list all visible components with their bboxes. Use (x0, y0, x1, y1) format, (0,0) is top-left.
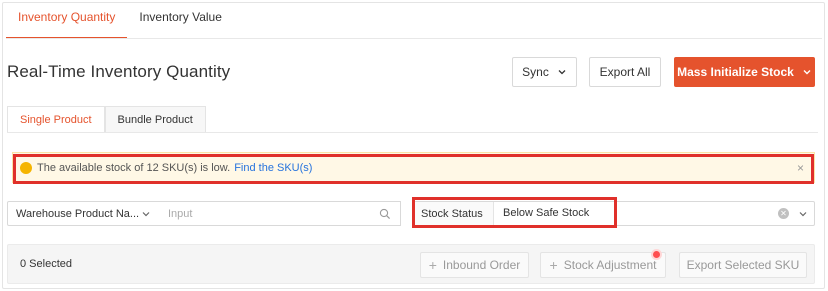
plus-icon: + (549, 257, 558, 273)
low-stock-alert: The available stock of 12 SKU(s) is low.… (12, 152, 815, 183)
tab-single-product[interactable]: Single Product (7, 106, 105, 133)
chevron-down-icon (799, 212, 807, 217)
plus-icon: + (428, 257, 437, 273)
warning-icon (20, 161, 32, 174)
export-all-button[interactable]: Export All (589, 57, 661, 87)
stock-status-value: Below Safe Stock (503, 207, 590, 219)
tab-inventory-value[interactable]: Inventory Value (127, 4, 234, 39)
search-input[interactable]: Input (158, 201, 401, 226)
top-tab-bar: Inventory Quantity Inventory Value (6, 4, 234, 39)
sync-button[interactable]: Sync (512, 57, 577, 87)
inbound-order-label: Inbound Order (442, 258, 521, 272)
search-icon[interactable] (379, 208, 391, 220)
divider (6, 38, 822, 39)
selected-count: 0 Selected (20, 258, 72, 270)
product-type-tabs: Single Product Bundle Product (7, 106, 206, 133)
close-icon[interactable]: × (797, 161, 804, 175)
sync-label: Sync (522, 65, 549, 79)
mass-initialize-label: Mass Initialize Stock (677, 65, 794, 79)
page-title: Real-Time Inventory Quantity (7, 62, 231, 81)
tab-bundle-product[interactable]: Bundle Product (104, 106, 206, 133)
chevron-down-icon (803, 70, 811, 75)
stock-adjustment-button[interactable]: + Stock Adjustment (540, 252, 666, 278)
divider (7, 132, 818, 133)
search-field-select-value: Warehouse Product Na... (16, 207, 140, 220)
notification-dot (653, 251, 660, 258)
stock-status-filter[interactable]: Stock Status Below Safe Stock ✕ (414, 201, 815, 226)
search-field-select[interactable]: Warehouse Product Na... (7, 201, 159, 226)
inbound-order-button[interactable]: + Inbound Order (420, 252, 529, 278)
mass-initialize-stock-button[interactable]: Mass Initialize Stock (674, 57, 815, 87)
chevron-down-icon (558, 70, 566, 75)
find-sku-link[interactable]: Find the SKU(s) (234, 162, 312, 174)
clear-icon[interactable]: ✕ (778, 208, 789, 219)
stock-adjustment-label: Stock Adjustment (563, 258, 657, 272)
stock-status-label: Stock Status (415, 202, 494, 225)
alert-message: The available stock of 12 SKU(s) is low. (37, 161, 231, 174)
search-placeholder: Input (168, 207, 193, 220)
tab-inventory-quantity[interactable]: Inventory Quantity (6, 4, 128, 39)
chevron-down-icon (142, 212, 150, 217)
bulk-action-bar: 0 Selected + Inbound Order + Stock Adjus… (7, 244, 815, 284)
export-selected-sku-button[interactable]: Export Selected SKU (679, 252, 807, 278)
